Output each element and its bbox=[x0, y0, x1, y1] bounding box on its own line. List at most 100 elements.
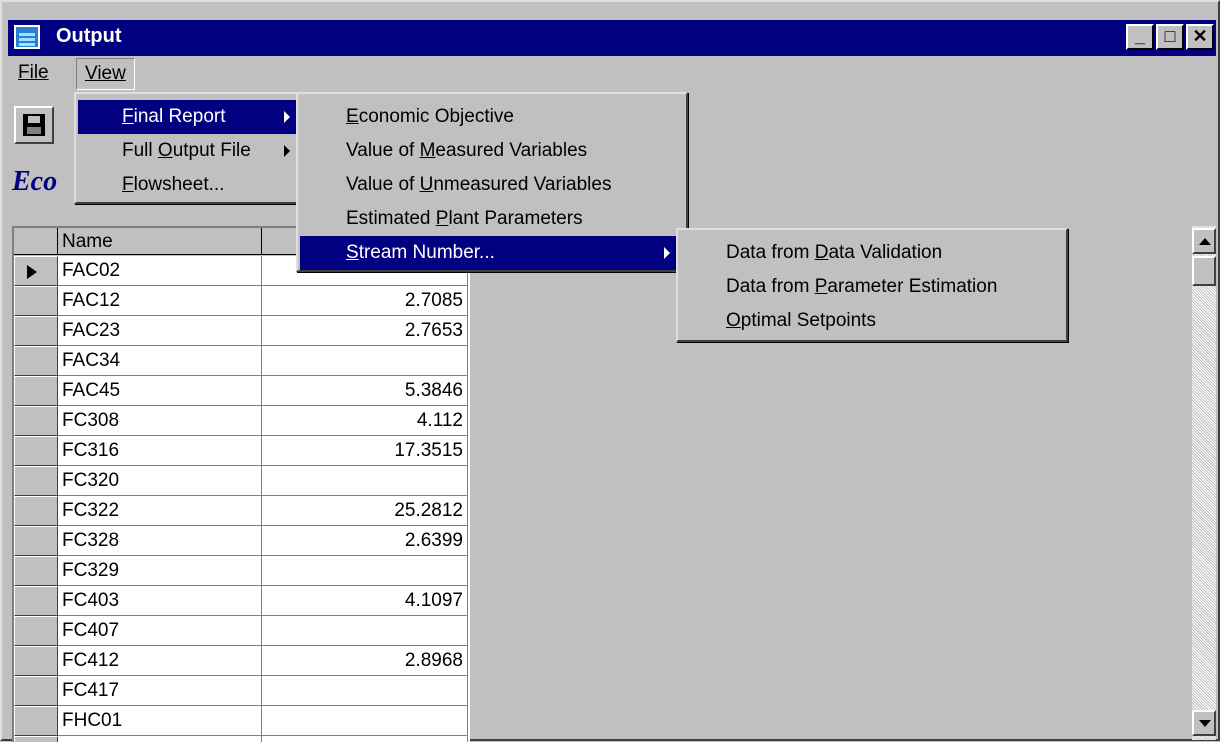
title-bar[interactable]: Output _ □ ✕ bbox=[8, 20, 1216, 56]
menu-view[interactable]: View bbox=[76, 58, 135, 90]
stream-menu-item[interactable]: Data from Parameter Estimation bbox=[680, 270, 1064, 304]
row-selector[interactable] bbox=[14, 646, 58, 676]
table-row[interactable]: FAC45 5.3846 bbox=[14, 376, 470, 406]
row-selector[interactable] bbox=[14, 286, 58, 316]
cell-value[interactable]: 5.3846 bbox=[262, 376, 468, 406]
cell-name[interactable]: FC308 bbox=[58, 406, 262, 436]
cell-value[interactable] bbox=[262, 466, 468, 496]
cell-value[interactable] bbox=[262, 676, 468, 706]
close-button[interactable]: ✕ bbox=[1186, 24, 1214, 50]
save-button[interactable] bbox=[14, 106, 54, 144]
row-selector[interactable] bbox=[14, 466, 58, 496]
table-row[interactable]: FAC34 bbox=[14, 346, 470, 376]
table-row[interactable]: FC412 2.8968 bbox=[14, 646, 470, 676]
row-selector[interactable] bbox=[14, 526, 58, 556]
scroll-thumb[interactable] bbox=[1192, 256, 1216, 286]
cell-value[interactable] bbox=[262, 706, 468, 736]
row-selector[interactable] bbox=[14, 436, 58, 466]
cell-value[interactable]: 4.112 bbox=[262, 406, 468, 436]
cell-value[interactable] bbox=[262, 556, 468, 586]
submenu-arrow-icon bbox=[664, 247, 670, 259]
cell-name[interactable]: FAC12 bbox=[58, 286, 262, 316]
table-row[interactable]: FAC23 2.7653 bbox=[14, 316, 470, 346]
table-row[interactable]: FAC12 2.7085 bbox=[14, 286, 470, 316]
scroll-up-button[interactable] bbox=[1192, 228, 1216, 254]
table-row[interactable]: FC329 bbox=[14, 556, 470, 586]
accelerator-key: F bbox=[122, 106, 134, 127]
cell-value[interactable]: 17.3515 bbox=[262, 436, 468, 466]
cell-name[interactable]: FC320 bbox=[58, 466, 262, 496]
row-selector[interactable] bbox=[14, 616, 58, 646]
table-row[interactable]: FC316 17.3515 bbox=[14, 436, 470, 466]
row-selector[interactable] bbox=[14, 316, 58, 346]
table-row[interactable]: FC308 4.112 bbox=[14, 406, 470, 436]
cell-value[interactable] bbox=[262, 736, 468, 742]
row-selector[interactable] bbox=[14, 676, 58, 706]
cell-value[interactable] bbox=[262, 346, 468, 376]
view-menu-item[interactable]: Full Output File bbox=[78, 134, 298, 168]
cell-name[interactable]: FC412 bbox=[58, 646, 262, 676]
view-menu-item[interactable]: Final Report bbox=[78, 100, 298, 134]
menu-item-label: Data from Parameter Estimation bbox=[726, 270, 997, 304]
final-report-menu-item[interactable]: Stream Number... bbox=[300, 236, 684, 270]
cell-name[interactable]: FC417 bbox=[58, 676, 262, 706]
cell-name[interactable] bbox=[58, 736, 262, 742]
cell-name[interactable]: FC403 bbox=[58, 586, 262, 616]
row-selector[interactable] bbox=[14, 346, 58, 376]
cell-name[interactable]: FC322 bbox=[58, 496, 262, 526]
cell-name[interactable]: FAC34 bbox=[58, 346, 262, 376]
cell-name[interactable]: FC407 bbox=[58, 616, 262, 646]
label-text: lowsheet... bbox=[133, 174, 225, 195]
table-row[interactable]: FC417 bbox=[14, 676, 470, 706]
cell-value[interactable] bbox=[262, 616, 468, 646]
minimize-button[interactable]: _ bbox=[1126, 24, 1154, 50]
cell-name[interactable]: FAC02 bbox=[58, 256, 262, 286]
floppy-disk-icon bbox=[23, 114, 45, 136]
cell-value[interactable]: 2.6399 bbox=[262, 526, 468, 556]
table-row[interactable]: FC328 2.6399 bbox=[14, 526, 470, 556]
cell-value[interactable]: 2.7085 bbox=[262, 286, 468, 316]
table-row[interactable]: FC322 25.2812 bbox=[14, 496, 470, 526]
view-menu-item[interactable]: Flowsheet... bbox=[78, 168, 298, 202]
label-text: Estimated bbox=[346, 208, 436, 229]
menu-item-label: Stream Number... bbox=[346, 236, 495, 270]
row-selector[interactable] bbox=[14, 736, 58, 742]
cell-value[interactable]: 2.8968 bbox=[262, 646, 468, 676]
final-report-menu-item[interactable]: Estimated Plant Parameters bbox=[300, 202, 684, 236]
app-icon[interactable] bbox=[14, 25, 40, 49]
cell-name[interactable]: FHC01 bbox=[58, 706, 262, 736]
cell-value[interactable]: 25.2812 bbox=[262, 496, 468, 526]
row-selector[interactable] bbox=[14, 406, 58, 436]
column-header-name[interactable]: Name bbox=[58, 228, 262, 255]
cell-value[interactable]: 2.7653 bbox=[262, 316, 468, 346]
menu-file[interactable]: File bbox=[10, 58, 57, 88]
cell-name[interactable]: FC328 bbox=[58, 526, 262, 556]
menu-item-label: Flowsheet... bbox=[122, 168, 224, 202]
row-selector[interactable] bbox=[14, 376, 58, 406]
results-grid[interactable]: Name FAC02 FAC12 2.7085 FAC23 2.7653 FAC34 FAC… bbox=[12, 226, 470, 742]
table-row[interactable]: FC407 bbox=[14, 616, 470, 646]
cell-name[interactable]: FAC23 bbox=[58, 316, 262, 346]
final-report-menu-item[interactable]: Value of Measured Variables bbox=[300, 134, 684, 168]
table-row[interactable]: FHC01 bbox=[14, 706, 470, 736]
final-report-menu-item[interactable]: Economic Objective bbox=[300, 100, 684, 134]
row-selector[interactable] bbox=[14, 586, 58, 616]
row-selector[interactable] bbox=[14, 496, 58, 526]
scroll-down-button[interactable] bbox=[1192, 710, 1216, 736]
table-row[interactable]: FC320 bbox=[14, 466, 470, 496]
cell-name[interactable]: FC316 bbox=[58, 436, 262, 466]
row-selector[interactable] bbox=[14, 556, 58, 586]
table-row[interactable] bbox=[14, 736, 470, 742]
accelerator-key: D bbox=[814, 242, 829, 263]
vertical-scrollbar[interactable] bbox=[1192, 226, 1216, 740]
cell-value[interactable]: 4.1097 bbox=[262, 586, 468, 616]
maximize-button[interactable]: □ bbox=[1156, 24, 1184, 50]
row-selector[interactable] bbox=[14, 256, 58, 286]
cell-name[interactable]: FAC45 bbox=[58, 376, 262, 406]
stream-menu-item[interactable]: Data from Data Validation bbox=[680, 236, 1064, 270]
row-selector[interactable] bbox=[14, 706, 58, 736]
stream-menu-item[interactable]: Optimal Setpoints bbox=[680, 304, 1064, 338]
table-row[interactable]: FC403 4.1097 bbox=[14, 586, 470, 616]
final-report-menu-item[interactable]: Value of Unmeasured Variables bbox=[300, 168, 684, 202]
cell-name[interactable]: FC329 bbox=[58, 556, 262, 586]
